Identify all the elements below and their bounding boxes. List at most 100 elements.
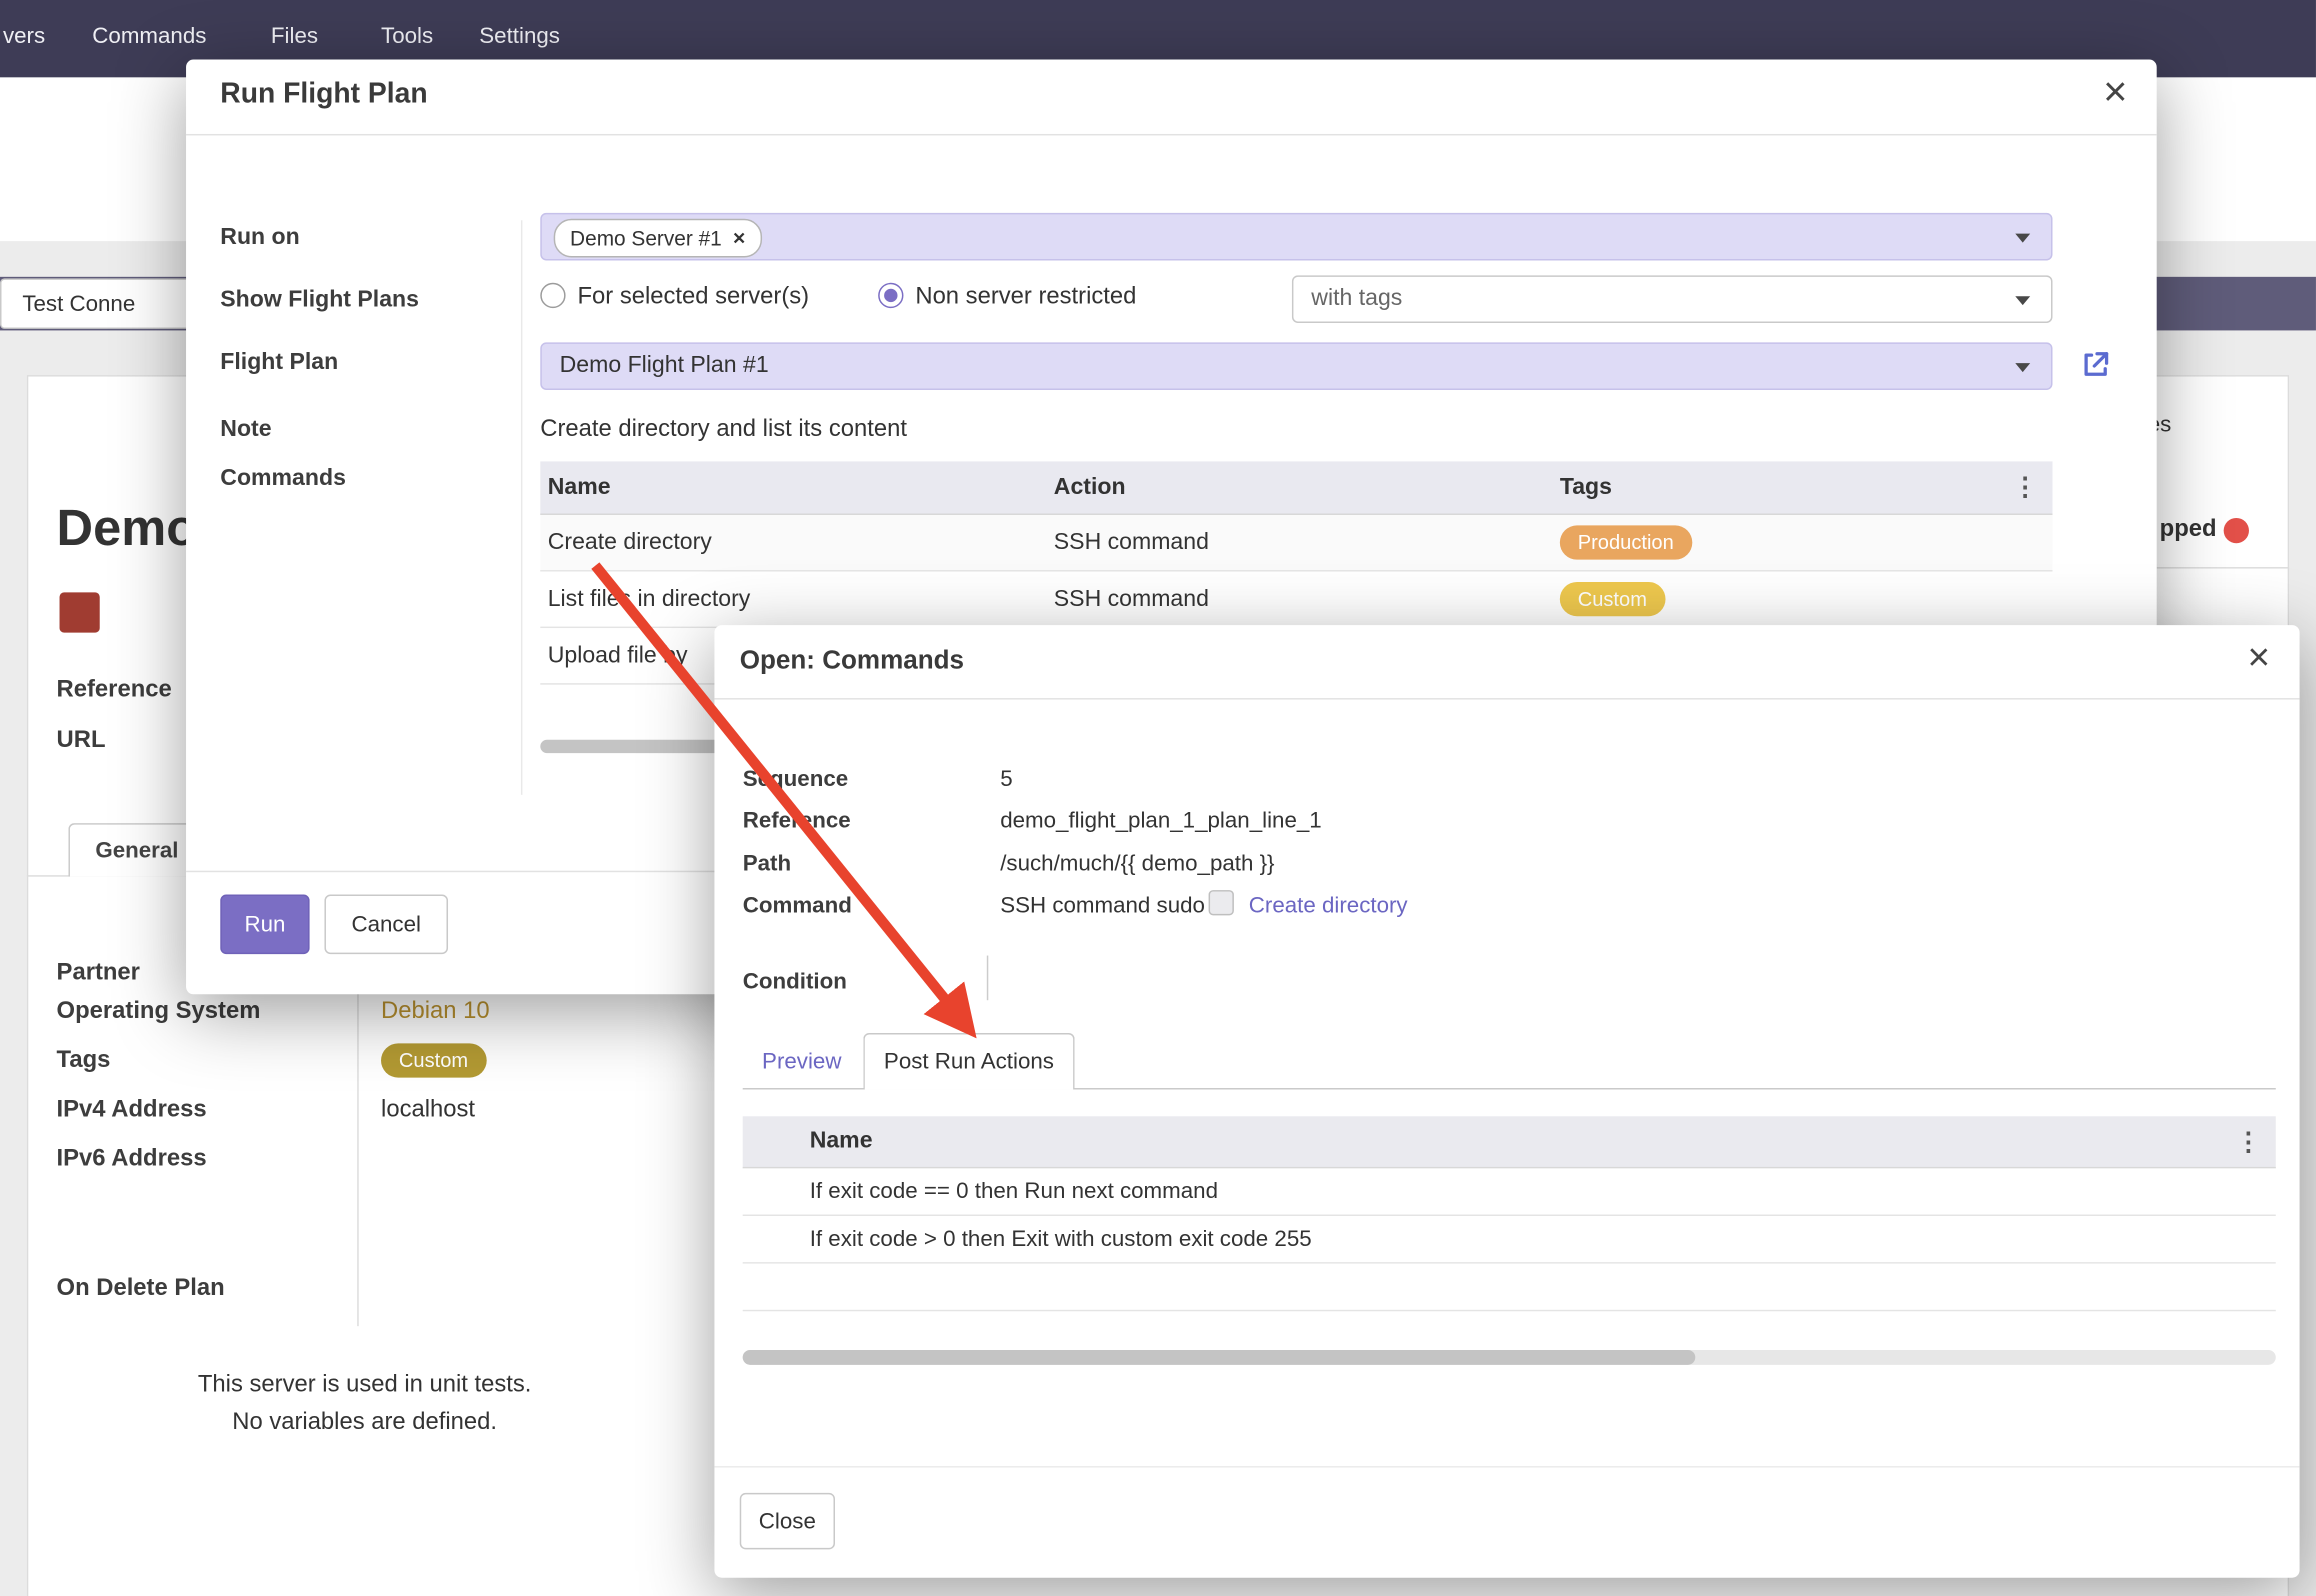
tab-general[interactable]: General [68, 823, 205, 877]
unit-test-note: This server is used in unit tests. No va… [141, 1372, 588, 1436]
close-button[interactable]: Close [740, 1493, 835, 1550]
reference-value: demo_flight_plan_1_plan_line_1 [1000, 808, 1322, 833]
table-options-icon[interactable]: ⋮ [2236, 1129, 2261, 1154]
note-value: Create directory and list its content [540, 417, 907, 444]
unit-test-note-line1: This server is used in unit tests. [141, 1372, 588, 1399]
chevron-down-icon[interactable] [2015, 234, 2030, 243]
row-name: If exit code == 0 then Run next command [802, 1179, 2276, 1204]
close-button-label: Close [759, 1508, 816, 1533]
sequence-label: Sequence [743, 767, 848, 792]
screen: vers Commands Files Tools Settings Test … [0, 0, 2316, 1596]
cancel-button-label: Cancel [351, 912, 421, 937]
operating-system-label: Operating System [57, 999, 261, 1026]
radio-for-selected-servers[interactable] [540, 283, 565, 308]
ipv6-label: IPv6 Address [57, 1146, 207, 1173]
row-tags: Production [1552, 525, 2052, 559]
horizontal-scrollbar[interactable] [743, 1350, 1696, 1365]
table-options-icon[interactable]: ⋮ [2012, 475, 2037, 500]
cancel-button[interactable]: Cancel [324, 895, 448, 955]
server-title: Demo [57, 500, 198, 558]
radio-for-selected-servers-label[interactable]: For selected server(s) [577, 284, 809, 311]
command-value: SSH command sudo [1000, 893, 1205, 918]
tab-preview[interactable]: Preview [762, 1049, 841, 1074]
server-tag-custom[interactable]: Custom [381, 1043, 486, 1077]
with-tags-value: with tags [1311, 286, 1402, 313]
nav-item-commands[interactable]: Commands [92, 24, 206, 49]
table-row[interactable]: Create directory SSH command Production [540, 515, 2052, 572]
ipv4-label: IPv4 Address [57, 1097, 207, 1124]
status-stat-button[interactable]: pped [2157, 496, 2289, 569]
condition-label: Condition [743, 969, 847, 994]
table-row[interactable]: If exit code > 0 then Exit with custom e… [743, 1216, 2276, 1264]
external-link-icon[interactable] [2079, 348, 2112, 381]
col-header-name[interactable]: Name [540, 474, 1046, 501]
row-action: SSH command [1046, 529, 1552, 556]
status-stat-label: pped [2160, 516, 2217, 543]
remove-tag-icon[interactable]: ✕ [732, 228, 746, 247]
commands-label: Commands [220, 466, 346, 493]
label-column-divider [521, 220, 522, 795]
reference-label: Reference [743, 808, 851, 833]
tab-post-run-actions[interactable]: Post Run Actions [863, 1033, 1074, 1090]
command-label: Command [743, 893, 852, 918]
path-label: Path [743, 851, 791, 876]
col-header-name[interactable]: Name [802, 1128, 2235, 1155]
table-row[interactable]: If exit code == 0 then Run next command [743, 1168, 2276, 1216]
close-icon[interactable]: × [2103, 71, 2127, 113]
run-on-tag-label: Demo Server #1 [570, 226, 722, 250]
open-commands-modal: Open: Commands × Sequence 5 Reference de… [714, 625, 2299, 1578]
nav-item-tools[interactable]: Tools [381, 24, 433, 49]
run-button-label: Run [244, 912, 285, 937]
table-row-empty[interactable] [743, 1264, 2276, 1312]
unit-test-note-line2: No variables are defined. [141, 1410, 588, 1437]
command-checkbox[interactable] [1209, 890, 1234, 915]
run-on-input[interactable]: Demo Server #1 ✕ [540, 213, 2052, 261]
run-on-tag[interactable]: Demo Server #1 ✕ [554, 219, 763, 258]
chevron-down-icon[interactable] [2015, 296, 2030, 305]
field-separator-line [357, 957, 358, 1326]
col-header-action[interactable]: Action [1046, 474, 1552, 501]
server-tag-custom-label: Custom [399, 1049, 468, 1071]
command-link[interactable]: Create directory [1249, 893, 1408, 918]
on-delete-plan-label: On Delete Plan [57, 1276, 225, 1303]
reference-label: Reference [57, 677, 172, 704]
row-name: List files in directory [540, 586, 1046, 613]
flight-plan-value: Demo Flight Plan #1 [560, 353, 769, 380]
tab-post-run-actions-label: Post Run Actions [884, 1049, 1054, 1074]
tags-label: Tags [57, 1048, 111, 1075]
modal-header-divider [714, 698, 2299, 699]
with-tags-dropdown[interactable]: with tags [1292, 275, 2053, 323]
nav-item-settings[interactable]: Settings [479, 24, 560, 49]
run-button[interactable]: Run [220, 895, 309, 955]
sequence-value: 5 [1000, 767, 1012, 792]
close-icon[interactable]: × [2247, 637, 2270, 676]
chevron-down-icon[interactable] [2015, 363, 2030, 372]
test-connection-button[interactable]: Test Conne [0, 278, 191, 329]
tag-custom: Custom [1560, 582, 1665, 616]
radio-non-server-restricted-label[interactable]: Non server restricted [915, 284, 1136, 311]
open-commands-title: Open: Commands [740, 644, 964, 675]
condition-field-divider [987, 956, 988, 1001]
partner-label: Partner [57, 960, 140, 987]
status-red-dot [2224, 518, 2249, 543]
nav-item-servers[interactable]: vers [3, 24, 45, 49]
tag-production: Production [1560, 525, 1692, 559]
ipv4-value: localhost [381, 1097, 475, 1124]
operating-system-value: Debian 10 [381, 999, 490, 1026]
radio-non-server-restricted[interactable] [878, 283, 903, 308]
flight-plan-label: Flight Plan [220, 350, 338, 377]
flight-plan-input[interactable]: Demo Flight Plan #1 [540, 342, 2052, 390]
color-swatch[interactable] [60, 592, 100, 632]
row-name: If exit code > 0 then Exit with custom e… [802, 1226, 2276, 1251]
row-name: Create directory [540, 529, 1046, 556]
run-flight-plan-title: Run Flight Plan [220, 79, 427, 112]
run-on-label: Run on [220, 225, 299, 252]
note-label: Note [220, 417, 271, 444]
nav-item-files[interactable]: Files [271, 24, 318, 49]
show-flight-plans-label: Show Flight Plans [220, 287, 419, 314]
actions-table-header: Name ⋮ [743, 1116, 2276, 1168]
row-action: SSH command [1046, 586, 1552, 613]
col-header-tags[interactable]: Tags [1552, 474, 2012, 501]
table-row[interactable]: List files in directory SSH command Cust… [540, 572, 2052, 629]
url-label: URL [57, 728, 106, 755]
